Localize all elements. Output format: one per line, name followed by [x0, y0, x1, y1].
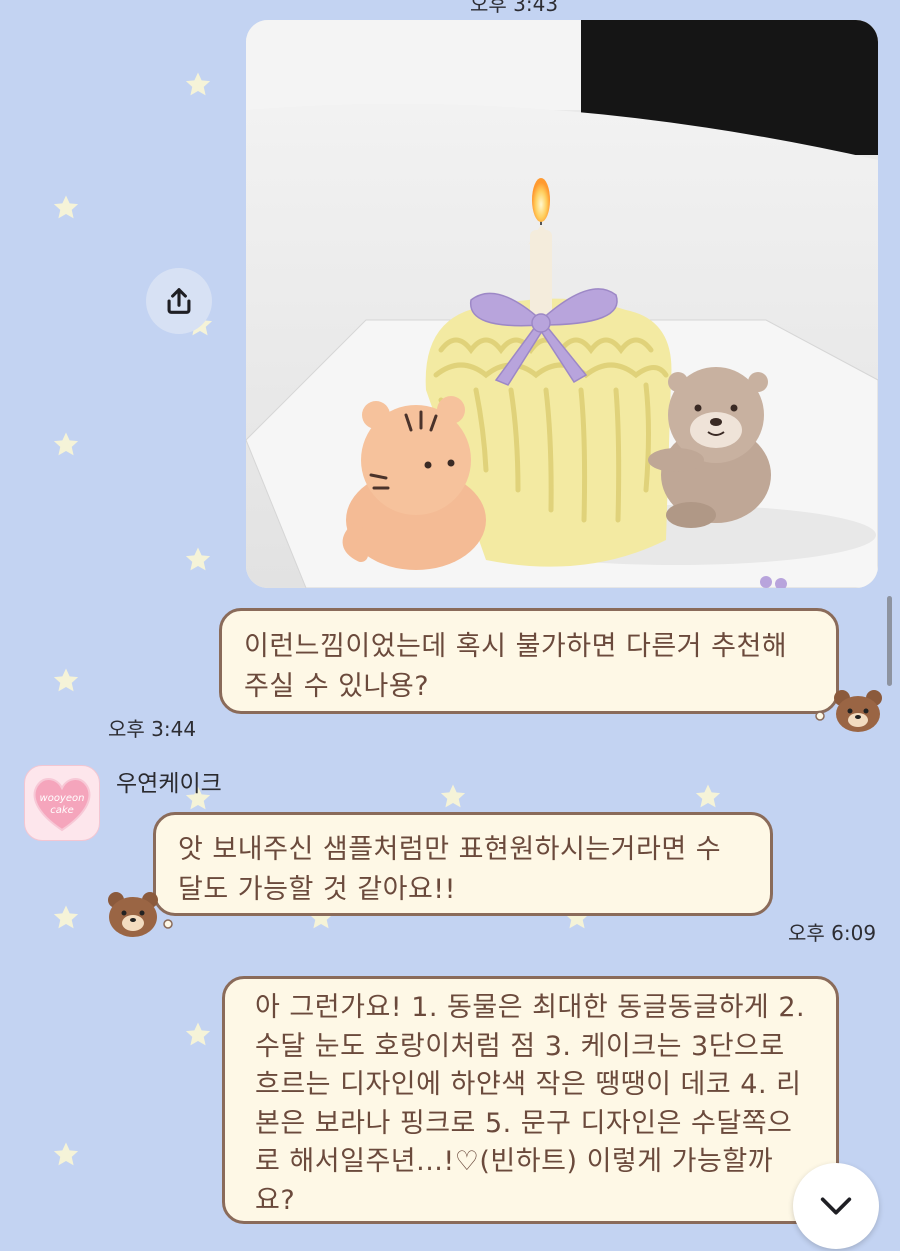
bear-icon — [108, 892, 173, 937]
star-icon — [53, 195, 79, 219]
message-text-line: 이런느낌이었는데 혹시 불가하면 다른거 추천해 — [244, 631, 788, 662]
heart-logo-icon: wooyeon cake — [33, 778, 91, 832]
message-time: 오후 3:44 — [108, 717, 197, 741]
star-icon — [53, 432, 79, 456]
received-message-bubble[interactable]: 앗 보내주신 샘플처럼만 표현원하시는거라면 수 달도 가능할 것 같아요!! — [153, 812, 773, 916]
sent-photo-cake[interactable] — [246, 20, 878, 588]
star-icon — [185, 72, 211, 96]
message-text-line: 달도 가능할 것 같아요!! — [178, 874, 456, 905]
scroll-to-bottom-button[interactable] — [793, 1163, 879, 1249]
message-text-line: 로 해서일주년...!♡(빈하트) 이렇게 가능할까 — [255, 1146, 774, 1177]
sent-message-bubble[interactable]: 아 그런가요! 1. 동물은 최대한 동글동글하게 2. 수달 눈도 호랑이처럼… — [222, 976, 839, 1224]
avatar-text: cake — [50, 805, 74, 816]
avatar-text: wooyeon — [40, 793, 85, 804]
chevron-down-icon — [820, 1197, 852, 1215]
star-icon — [185, 547, 211, 571]
star-icon — [53, 668, 79, 692]
share-button[interactable] — [146, 268, 212, 334]
message-text-line: 흐르는 디자인에 하얀색 작은 땡땡이 데코 4. 리 — [255, 1069, 802, 1100]
message-text-line: 요? — [255, 1184, 296, 1216]
star-icon — [53, 905, 79, 929]
message-text-line: 수달 눈도 호랑이처럼 점 3. 케이크는 3단으로 — [255, 1030, 785, 1062]
star-icon — [53, 1142, 79, 1166]
star-icon — [185, 1022, 211, 1046]
share-icon — [167, 288, 191, 314]
message-text-line: 아 그런가요! 1. 동물은 최대한 동글동글하게 2. — [255, 992, 806, 1023]
cake-photo-illustration — [246, 20, 878, 588]
scrollbar-thumb[interactable] — [887, 596, 892, 686]
message-text-line: 주실 수 있나용? — [244, 671, 430, 702]
avatar[interactable]: wooyeon cake — [24, 765, 100, 841]
sender-name: 우연케이크 — [116, 771, 222, 797]
message-text-line: 앗 보내주신 샘플처럼만 표현원하시는거라면 수 — [178, 834, 722, 865]
sent-message-bubble[interactable]: 이런느낌이었는데 혹시 불가하면 다른거 추천해 주실 수 있나용? — [219, 608, 839, 714]
message-text-line: 본은 보라나 핑크로 5. 문구 디자인은 수달쪽으 — [255, 1107, 793, 1139]
message-time: 오후 3:43 — [470, 0, 559, 16]
star-icon — [440, 784, 466, 808]
message-time: 오후 6:09 — [788, 921, 877, 945]
star-icon — [695, 784, 721, 808]
bear-icon — [815, 690, 882, 732]
